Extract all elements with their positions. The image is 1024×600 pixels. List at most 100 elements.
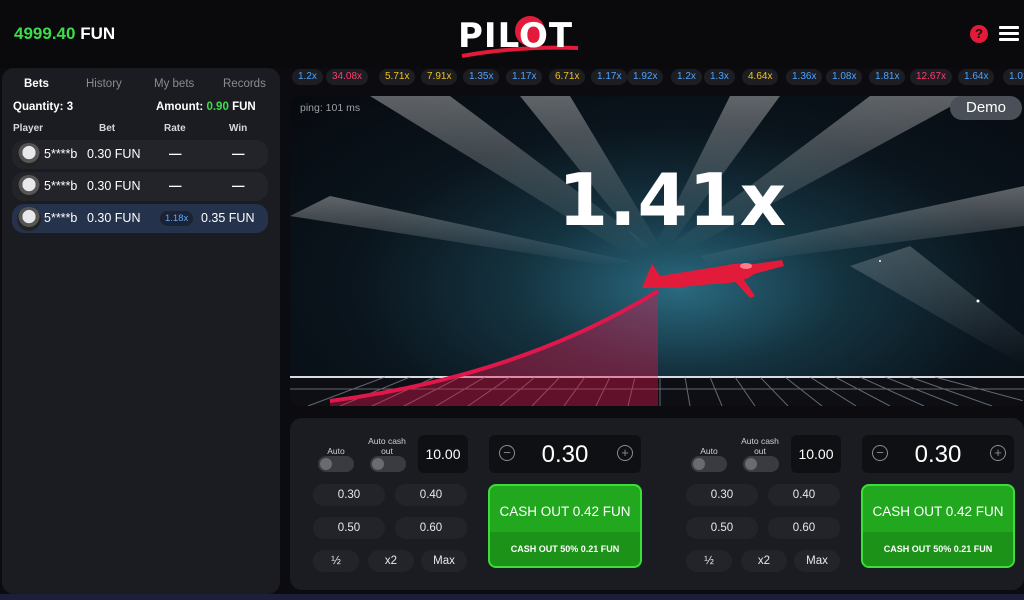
win-value: 0.35 FUN (201, 211, 255, 225)
ping-readout: ping: 101 ms (300, 102, 361, 114)
double-button[interactable]: x2 (741, 550, 787, 572)
amount: Amount: 0.90 FUN (156, 101, 256, 113)
quick-bet-button[interactable]: 0.50 (313, 517, 385, 539)
half-button[interactable]: ½ (686, 550, 732, 572)
table-row: 5****b 0.30 FUN — — (12, 140, 268, 169)
bet-controls: Auto Auto cash out 10.00 − 0.30 + 0.30 0… (290, 418, 1024, 590)
top-bar: 4999.40 FUN PILOT ? (0, 0, 1024, 68)
tab-records[interactable]: Records (223, 78, 266, 90)
quick-bet-button[interactable]: 0.30 (686, 484, 758, 506)
bets-tabs: Bets History My bets Records (6, 72, 274, 102)
player-name: 5****b (44, 211, 78, 225)
history-multiplier-chip[interactable]: 1.17x (506, 69, 543, 85)
plus-icon[interactable]: + (617, 445, 633, 461)
cash-out-half-button[interactable]: CASH OUT 50% 0.21 FUN (863, 532, 1013, 566)
history-multiplier-chip[interactable]: 1.08x (826, 69, 863, 85)
multiplier-history: 1.2x 34.08x 5.71x 7.91x 1.35x 1.17x 6.71x 1.17x… (290, 68, 1024, 86)
quick-bet-button[interactable]: 0.40 (395, 484, 467, 506)
auto-cashout-toggle[interactable] (743, 456, 779, 472)
max-button[interactable]: Max (794, 550, 840, 572)
history-multiplier-chip[interactable]: 1.3x (704, 69, 735, 85)
history-multiplier-chip[interactable]: 1.92x (627, 69, 664, 85)
balance-amount: 4999.40 (14, 24, 76, 43)
table-row: 5****b 0.30 FUN — — (12, 172, 268, 201)
question-icon[interactable]: ? (970, 25, 988, 43)
amount-value: 0.90 (206, 101, 229, 113)
win-value: — (232, 179, 245, 193)
history-multiplier-chip[interactable]: 1.36x (786, 69, 823, 85)
quick-bet-button[interactable]: 0.40 (768, 484, 840, 506)
cash-out-button[interactable]: CASH OUT 0.42 FUN CASH OUT 50% 0.21 FUN (488, 484, 642, 568)
quick-bet-button[interactable]: 0.60 (768, 517, 840, 539)
auto-label: Auto (700, 446, 718, 456)
bet-amount: 0.30 FUN (87, 179, 141, 193)
bottom-edge (0, 594, 1024, 600)
auto-cashout-input[interactable]: 10.00 (791, 435, 841, 473)
stake-stepper[interactable]: − 0.30 + (862, 435, 1014, 473)
quick-bet-button[interactable]: 0.30 (313, 484, 385, 506)
avatar (17, 175, 41, 199)
history-multiplier-chip[interactable]: 34.08x (326, 69, 369, 85)
logo-text: PILOT (458, 16, 574, 56)
demo-badge: Demo (950, 96, 1022, 120)
win-value: — (232, 147, 245, 161)
auto-bet-toggle[interactable] (318, 456, 354, 472)
double-button[interactable]: x2 (368, 550, 414, 572)
tab-bets[interactable]: Bets (24, 78, 49, 90)
history-multiplier-chip[interactable]: 1.81x (869, 69, 906, 85)
plus-icon[interactable]: + (990, 445, 1006, 461)
cash-out-half-button[interactable]: CASH OUT 50% 0.21 FUN (490, 532, 640, 566)
balance-currency: FUN (80, 24, 116, 43)
history-multiplier-chip[interactable]: 1.35x (463, 69, 500, 85)
history-multiplier-chip[interactable]: 4.64x (742, 69, 779, 85)
game-scene (290, 96, 1024, 406)
player-name: 5****b (44, 179, 78, 193)
max-button[interactable]: Max (421, 550, 467, 572)
rate-badge: 1.18x (160, 211, 194, 226)
cash-out-label: CASH OUT 0.42 FUN (499, 504, 631, 519)
column-rate: Rate (164, 123, 186, 134)
history-multiplier-chip[interactable]: 7.91x (421, 69, 458, 85)
rate-value: — (169, 179, 182, 193)
history-multiplier-chip[interactable]: 1.2x (671, 69, 702, 85)
quantity: Quantity: 3 (13, 101, 73, 113)
auto-cashout-label: Auto cash out (741, 436, 779, 456)
tab-history[interactable]: History (86, 78, 122, 90)
airplane-icon (642, 260, 784, 298)
cash-out-label: CASH OUT 0.42 FUN (872, 504, 1004, 519)
bets-panel: Bets History My bets Records Quantity: 3… (2, 68, 280, 594)
bet-amount: 0.30 FUN (87, 211, 141, 225)
tab-my-bets[interactable]: My bets (154, 78, 194, 90)
balance: 4999.40 FUN (14, 24, 115, 44)
history-multiplier-chip[interactable]: 12.67x (910, 69, 953, 85)
auto-bet-toggle[interactable] (691, 456, 727, 472)
current-multiplier: 1.41x (558, 158, 788, 242)
rate-value: — (169, 147, 182, 161)
light-beam (850, 246, 1024, 366)
hamburger-icon[interactable] (999, 26, 1019, 42)
quick-bet-button[interactable]: 0.60 (395, 517, 467, 539)
history-multiplier-chip[interactable]: 1.01x (1003, 69, 1024, 85)
avatar (17, 207, 41, 231)
amount-label: Amount: (156, 101, 204, 113)
history-multiplier-chip[interactable]: 6.71x (549, 69, 586, 85)
history-multiplier-chip[interactable]: 1.64x (958, 69, 995, 85)
half-button[interactable]: ½ (313, 550, 359, 572)
auto-label: Auto (327, 446, 345, 456)
quantity-value: 3 (66, 101, 74, 113)
avatar (17, 143, 41, 167)
quantity-label: Quantity: (13, 101, 64, 113)
pilot-logo: PILOT (458, 12, 580, 62)
stake-stepper[interactable]: − 0.30 + (489, 435, 641, 473)
bet-amount: 0.30 FUN (87, 147, 141, 161)
cash-out-button[interactable]: CASH OUT 0.42 FUN CASH OUT 50% 0.21 FUN (861, 484, 1015, 568)
game-canvas: ping: 101 ms Demo 1.41x (290, 96, 1024, 406)
quick-bet-button[interactable]: 0.50 (686, 517, 758, 539)
history-multiplier-chip[interactable]: 5.71x (379, 69, 416, 85)
history-multiplier-chip[interactable]: 1.17x (591, 69, 628, 85)
table-row: 5****b 0.30 FUN 1.18x 0.35 FUN (12, 204, 268, 233)
history-multiplier-chip[interactable]: 1.2x (292, 69, 323, 85)
player-name: 5****b (44, 147, 78, 161)
auto-cashout-input[interactable]: 10.00 (418, 435, 468, 473)
auto-cashout-toggle[interactable] (370, 456, 406, 472)
